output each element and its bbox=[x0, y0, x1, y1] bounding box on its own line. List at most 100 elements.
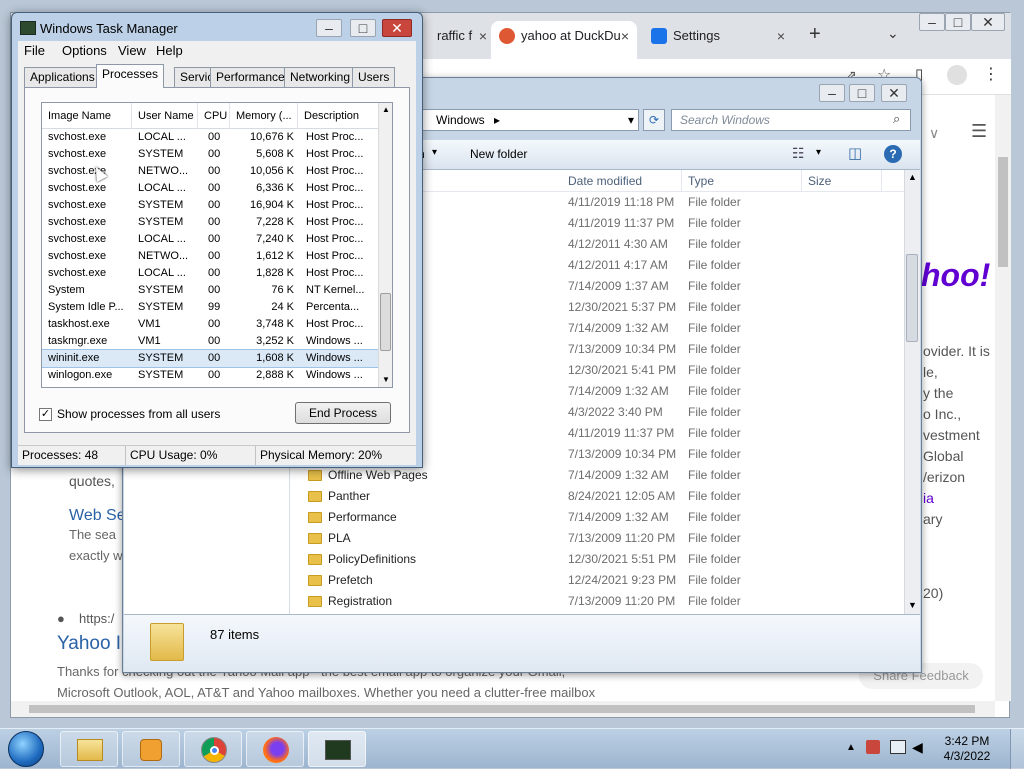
chrome-tab-duckduckgo[interactable]: yahoo at DuckDu × bbox=[491, 21, 637, 59]
hamburger-menu-icon[interactable]: ☰ bbox=[971, 121, 987, 142]
path-arrow-icon[interactable]: ▸ bbox=[494, 113, 500, 127]
sitelink-web-search[interactable]: Web Se bbox=[69, 507, 126, 525]
tab-users[interactable]: Users bbox=[352, 67, 396, 87]
tab-processes[interactable]: Processes bbox=[96, 64, 165, 88]
scrollbar-thumb[interactable] bbox=[998, 157, 1008, 267]
network-icon[interactable] bbox=[890, 740, 906, 754]
explorer-minimize-button[interactable]: – bbox=[819, 84, 845, 102]
system-clock[interactable]: 3:42 PM 4/3/2022 bbox=[932, 734, 1002, 764]
file-name[interactable]: Performance bbox=[328, 507, 397, 528]
scroll-up-arrow-icon[interactable]: ▲ bbox=[379, 103, 392, 117]
chrome-menu-icon[interactable]: ⋮ bbox=[983, 64, 999, 84]
tm-close-button[interactable]: ✕ bbox=[382, 19, 412, 37]
view-options-icon[interactable]: ☷ bbox=[792, 145, 805, 162]
process-row[interactable]: svchost.exe SYSTEM 00 5,608 K Host Proc... bbox=[42, 146, 378, 163]
file-name[interactable]: PolicyDefinitions bbox=[328, 549, 416, 570]
scroll-down-arrow-icon[interactable]: ▼ bbox=[379, 373, 392, 387]
taskbar-explorer-button[interactable] bbox=[60, 731, 118, 767]
menu-options[interactable]: Options bbox=[62, 43, 107, 58]
result-title-link[interactable]: Yahoo I bbox=[57, 633, 121, 655]
menu-help[interactable]: Help bbox=[156, 43, 183, 58]
action-center-flag-icon[interactable] bbox=[866, 740, 880, 754]
help-icon[interactable]: ? bbox=[884, 145, 902, 163]
process-row[interactable]: svchost.exe LOCAL ... 00 1,828 K Host Proc..… bbox=[42, 265, 378, 282]
file-row[interactable]: Performance 7/14/2009 1:32 AM File folder bbox=[290, 507, 904, 528]
chrome-horizontal-scrollbar[interactable] bbox=[11, 701, 995, 717]
tab-search-chevron-icon[interactable]: ⌄ bbox=[887, 25, 899, 42]
file-row[interactable]: PLA 7/13/2009 11:20 PM File folder bbox=[290, 528, 904, 549]
column-type[interactable]: Type bbox=[682, 170, 802, 192]
column-date-modified[interactable]: Date modified bbox=[562, 170, 682, 192]
taskbar-media-player-button[interactable] bbox=[122, 731, 180, 767]
file-name[interactable]: Offline Web Pages bbox=[328, 465, 428, 486]
taskbar-task-manager-button[interactable] bbox=[308, 731, 366, 767]
scroll-down-arrow-icon[interactable]: ▼ bbox=[905, 598, 920, 613]
scroll-up-arrow-icon[interactable]: ▲ bbox=[905, 170, 920, 185]
refresh-icon[interactable]: ⟳ bbox=[643, 109, 665, 131]
process-row[interactable]: System SYSTEM 00 76 K NT Kernel... bbox=[42, 282, 378, 299]
file-name[interactable]: Registration bbox=[328, 591, 392, 612]
process-row[interactable]: svchost.exe LOCAL ... 00 6,336 K Host Proc..… bbox=[42, 180, 378, 197]
process-row[interactable]: wininit.exe SYSTEM 00 1,608 K Windows ... bbox=[42, 349, 379, 368]
process-row[interactable]: winlogon.exe SYSTEM 00 2,888 K Windows ... bbox=[42, 367, 378, 384]
profile-avatar[interactable] bbox=[947, 65, 967, 85]
explorer-search-input[interactable]: Search Windows bbox=[671, 109, 911, 131]
chrome-minimize-button[interactable]: – bbox=[919, 13, 945, 31]
process-row[interactable]: taskhost.exe VM1 00 3,748 K Host Proc... bbox=[42, 316, 378, 333]
column-size[interactable]: Size bbox=[802, 170, 882, 192]
process-row[interactable]: svchost.exe LOCAL ... 00 10,676 K Host Proc.… bbox=[42, 129, 378, 146]
new-folder-button[interactable]: New folder bbox=[470, 147, 527, 161]
explorer-address-bar[interactable]: Windows ▸ ▾ bbox=[413, 109, 639, 131]
scrollbar-thumb[interactable] bbox=[380, 293, 391, 351]
explorer-maximize-button[interactable]: □ bbox=[849, 84, 875, 102]
tab-applications[interactable]: Applications bbox=[24, 67, 101, 87]
chrome-close-button[interactable]: ✕ bbox=[971, 13, 1005, 31]
chrome-tab-settings[interactable]: Settings × bbox=[643, 21, 793, 59]
preview-pane-icon[interactable]: ◫ bbox=[848, 144, 862, 162]
tab-close-icon[interactable]: × bbox=[777, 21, 785, 51]
taskbar-chrome-button[interactable] bbox=[184, 731, 242, 767]
file-row[interactable]: Offline Web Pages 7/14/2009 1:32 AM File f… bbox=[290, 465, 904, 486]
show-desktop-button[interactable] bbox=[1010, 729, 1024, 769]
process-row[interactable]: svchost.exe SYSTEM 00 7,228 K Host Proc... bbox=[42, 214, 378, 231]
address-path[interactable]: Windows bbox=[436, 113, 485, 127]
search-icon[interactable]: ⌕ bbox=[893, 111, 900, 127]
process-list-scrollbar[interactable]: ▲ ▼ bbox=[378, 103, 392, 387]
process-row[interactable]: svchost.exe NETWO... 00 1,612 K Host Proc... bbox=[42, 248, 378, 265]
dropdown-arrow-icon[interactable]: ▾ bbox=[432, 147, 437, 158]
tm-maximize-button[interactable]: □ bbox=[350, 19, 376, 37]
file-name[interactable]: PLA bbox=[328, 528, 351, 549]
explorer-close-button[interactable]: ✕ bbox=[881, 84, 907, 102]
explorer-vertical-scrollbar[interactable]: ▲ ▼ bbox=[904, 170, 920, 614]
process-row[interactable]: svchost.exe LOCAL ... 00 7,240 K Host Proc..… bbox=[42, 231, 378, 248]
taskbar-firefox-button[interactable] bbox=[246, 731, 304, 767]
view-dropdown-icon[interactable]: ▾ bbox=[816, 147, 821, 158]
column-memory[interactable]: Memory (... bbox=[230, 103, 298, 129]
dropdown-chevron-icon[interactable]: ∨ bbox=[929, 125, 939, 142]
new-tab-button[interactable]: + bbox=[809, 23, 821, 46]
show-all-users-checkbox[interactable]: ✓ bbox=[39, 408, 52, 421]
scrollbar-thumb[interactable] bbox=[906, 254, 918, 342]
column-description[interactable]: Description bbox=[298, 103, 378, 129]
file-name[interactable]: Panther bbox=[328, 486, 370, 507]
column-user-name[interactable]: User Name bbox=[132, 103, 198, 129]
process-row[interactable]: svchost.exe SYSTEM 00 16,904 K Host Proc... bbox=[42, 197, 378, 214]
file-row[interactable]: Panther 8/24/2021 12:05 AM File folder bbox=[290, 486, 904, 507]
tab-close-icon[interactable]: × bbox=[621, 21, 629, 51]
tab-performance[interactable]: Performance bbox=[210, 67, 291, 87]
result-url[interactable]: https:/ bbox=[79, 611, 114, 626]
column-cpu[interactable]: CPU bbox=[198, 103, 230, 129]
address-dropdown-icon[interactable]: ▾ bbox=[628, 110, 634, 130]
menu-file[interactable]: File bbox=[24, 43, 45, 58]
tab-networking[interactable]: Networking bbox=[284, 67, 357, 87]
process-row[interactable]: taskmgr.exe VM1 00 3,252 K Windows ... bbox=[42, 333, 378, 350]
menu-view[interactable]: View bbox=[118, 43, 146, 58]
volume-icon[interactable]: ◀ bbox=[912, 739, 923, 756]
end-process-button[interactable]: End Process bbox=[295, 402, 391, 424]
chrome-vertical-scrollbar[interactable] bbox=[995, 95, 1011, 701]
show-hidden-icons-icon[interactable]: ▲ bbox=[846, 742, 856, 753]
file-row[interactable]: PolicyDefinitions 12/30/2021 5:51 PM File … bbox=[290, 549, 904, 570]
start-button[interactable] bbox=[8, 731, 44, 767]
process-row[interactable]: System Idle P... SYSTEM 99 24 K Percenta... bbox=[42, 299, 378, 316]
tm-minimize-button[interactable]: – bbox=[316, 19, 342, 37]
